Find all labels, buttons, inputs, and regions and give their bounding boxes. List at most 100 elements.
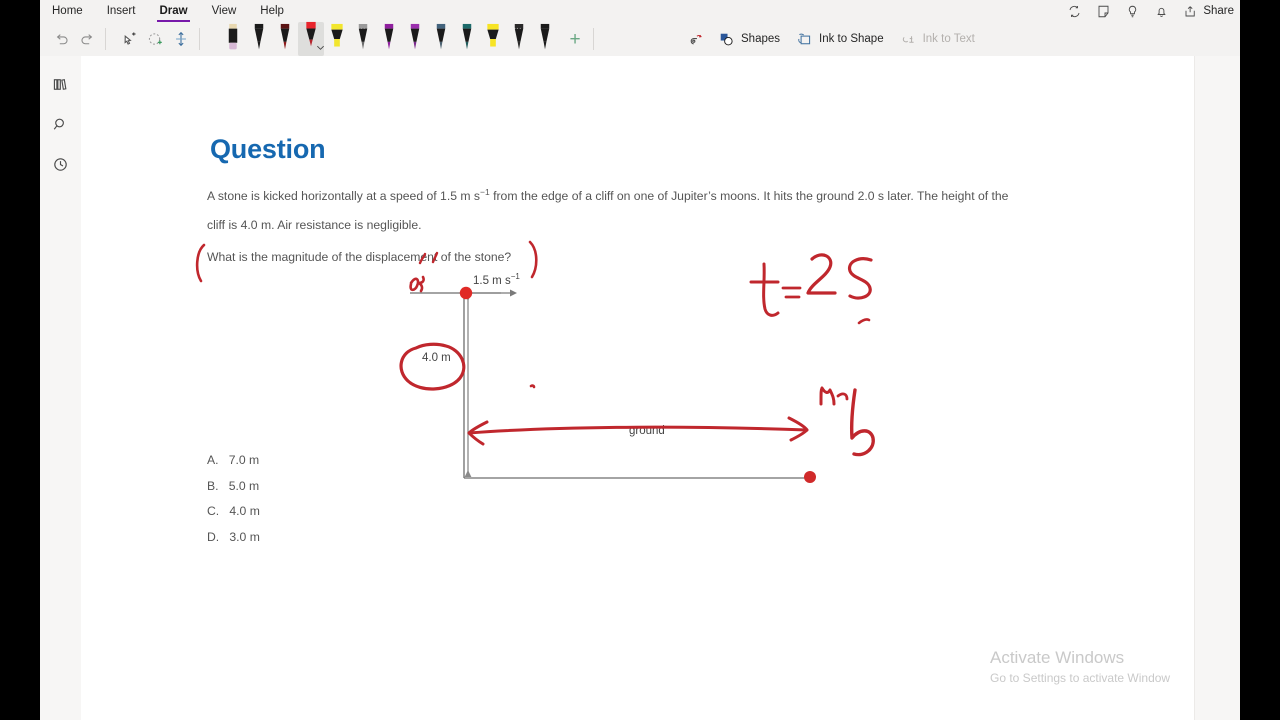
page-right-margin [1194, 56, 1240, 720]
add-pen-button[interactable]: + [562, 25, 588, 53]
select-group [116, 22, 205, 56]
ruler-icon[interactable] [684, 25, 710, 53]
pen-eraser[interactable] [220, 23, 246, 55]
notebooks-icon [53, 78, 67, 90]
ink-s [847, 257, 873, 300]
pen-gallery: + [220, 21, 599, 56]
ink-c-mark [836, 392, 849, 401]
option-d[interactable]: D. 3.0 m [207, 530, 260, 544]
question-paragraph-line1: A stone is kicked horizontally at a spee… [207, 186, 1008, 205]
ink-arrowhead-right [787, 416, 809, 442]
diagram-height-label: 4.0 m [422, 352, 451, 364]
ink-b-letter [849, 388, 875, 457]
red-ink-annotations [195, 240, 875, 457]
sticky-note-icon[interactable] [1096, 4, 1111, 19]
ink-to-text-icon [902, 35, 914, 43]
option-a-letter: A. [207, 453, 219, 467]
ink-paren-right [528, 240, 538, 279]
ink-paren-left [195, 243, 206, 283]
pen-blue-grey[interactable] [428, 23, 454, 55]
diagram-speed-label: 1.5 m s−1 [473, 272, 520, 287]
pen-violet[interactable] [402, 23, 428, 55]
question-text-a: A stone is kicked horizontally at a spee… [207, 189, 481, 204]
lightbulb-icon[interactable] [1125, 4, 1140, 19]
pen-dark-red[interactable] [272, 23, 298, 55]
share-label: Share [1203, 5, 1234, 17]
tab-view[interactable]: View [200, 0, 249, 22]
pen-black-2[interactable] [532, 23, 558, 55]
page-title: Question [210, 134, 326, 164]
pen-black[interactable] [246, 23, 272, 55]
lasso-circle-icon[interactable] [142, 25, 168, 53]
rail-item-recent[interactable] [40, 144, 81, 184]
option-a-value: 7.0 m [228, 453, 260, 467]
ink-n-letter [819, 386, 836, 406]
add-pen-label: + [569, 28, 581, 50]
tab-help[interactable]: Help [248, 0, 296, 22]
ribbon-tab-bar: Home Insert Draw View Help Share [40, 0, 1240, 22]
stone-marker-start [459, 286, 473, 300]
diagram-ground-label: ground [629, 425, 665, 437]
search-icon [53, 118, 64, 130]
activate-windows-watermark: Activate Windows Go to Settings to activ… [990, 646, 1240, 687]
option-a[interactable]: A. 7.0 m [207, 453, 259, 467]
diagram-speed-exponent: −1 [510, 272, 520, 281]
ink-x-tail [417, 275, 425, 293]
shapes-button[interactable]: Shapes [710, 24, 788, 54]
question-text-b: from the edge of a cliff on one of Jupit… [489, 189, 1009, 204]
titlebar-actions: Share [1067, 0, 1234, 22]
toolbar-divider-3 [593, 28, 594, 50]
option-d-value: 3.0 m [229, 530, 260, 544]
sync-icon[interactable] [1067, 4, 1082, 19]
right-letterbox [1240, 0, 1280, 720]
option-d-letter: D. [207, 530, 220, 544]
option-c-value: 4.0 m [229, 504, 260, 518]
pen-red-selected[interactable] [298, 21, 324, 56]
undo-button[interactable] [48, 25, 74, 53]
watermark-line1: Activate Windows [990, 648, 1125, 667]
diagram-speed-value: 1.5 m s [473, 274, 511, 287]
tab-home[interactable]: Home [40, 0, 95, 22]
toolbar-divider-2 [199, 28, 200, 50]
option-b[interactable]: B. 5.0 m [207, 479, 259, 493]
ink-x-letter [409, 277, 420, 292]
rail-item-notebooks[interactable] [40, 64, 81, 104]
pencil-grey[interactable] [350, 23, 376, 55]
ink-to-shape-button[interactable]: Ink to Shape [788, 24, 892, 54]
highlighter-yellow-2[interactable] [480, 23, 506, 55]
ink-circle-height [399, 342, 466, 391]
rail-item-search[interactable] [40, 104, 81, 144]
pen-purple[interactable] [376, 23, 402, 55]
insert-space-icon[interactable] [168, 25, 194, 53]
diagram-printed-lines [410, 289, 810, 479]
history-group [48, 22, 111, 56]
tab-insert[interactable]: Insert [95, 0, 148, 22]
question-prompt: What is the magnitude of the displacemen… [207, 250, 512, 264]
ink-two [806, 253, 837, 295]
redo-button[interactable] [74, 25, 100, 53]
stone-marker-landing [804, 471, 816, 483]
ink-arrowhead-left [467, 420, 489, 446]
toolbar-divider-1 [105, 28, 106, 50]
option-c[interactable]: C. 4.0 m [207, 504, 260, 518]
lasso-select-icon[interactable] [116, 25, 142, 53]
tab-draw[interactable]: Draw [147, 0, 199, 22]
pencil-black[interactable] [506, 23, 532, 55]
speed-exponent-inline: −1 [480, 187, 490, 197]
ink-to-text-label: Ink to Text [922, 33, 975, 45]
recent-clock-icon [54, 157, 67, 171]
option-c-letter: C. [207, 504, 220, 518]
ink-to-shape-label: Ink to Shape [819, 33, 884, 45]
left-letterbox [0, 0, 40, 720]
note-page[interactable]: Question A stone is kicked horizontally … [81, 56, 1240, 720]
highlighter-yellow[interactable] [324, 23, 350, 55]
navigation-rail [40, 56, 82, 720]
ink-tools-group: Shapes Ink to Shape Ink to Text [684, 22, 983, 56]
option-b-value: 5.0 m [228, 479, 260, 493]
option-b-letter: B. [207, 479, 219, 493]
shapes-label: Shapes [741, 33, 781, 45]
pen-teal[interactable] [454, 23, 480, 55]
ink-to-text-button[interactable]: Ink to Text [892, 24, 983, 54]
share-button[interactable]: Share [1183, 4, 1234, 19]
bell-icon[interactable] [1154, 4, 1169, 19]
